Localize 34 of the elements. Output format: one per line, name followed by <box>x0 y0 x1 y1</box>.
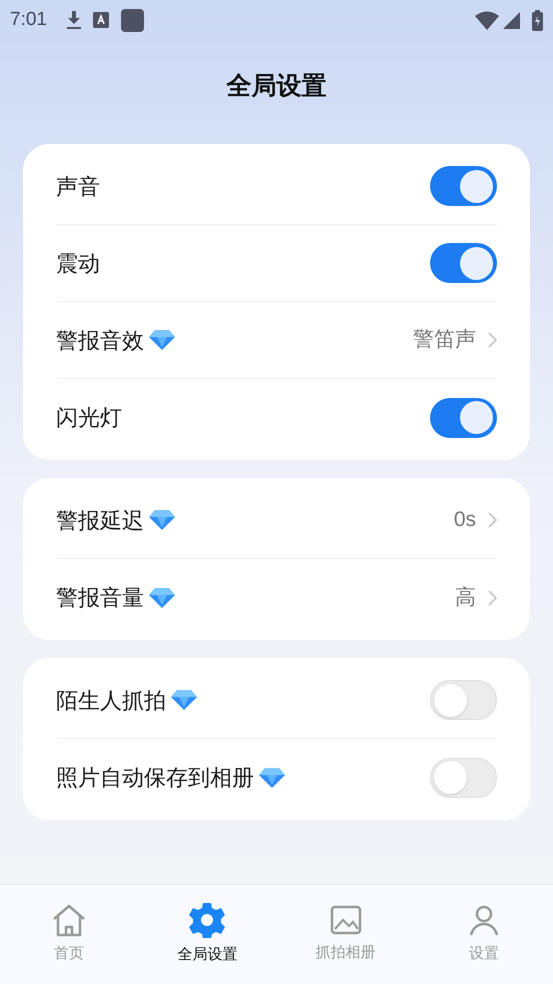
chevron-right-icon <box>488 512 497 528</box>
setting-label: 警报音效 <box>56 326 144 354</box>
toggle-switch[interactable] <box>430 243 497 283</box>
nav-tab[interactable]: 全局设置 <box>138 885 276 984</box>
setting-label: 闪光灯 <box>56 404 122 432</box>
battery-icon <box>532 10 543 30</box>
app-icon <box>120 8 144 32</box>
signal-icon <box>503 12 520 28</box>
wifi-icon <box>475 10 499 30</box>
home-icon <box>51 904 88 937</box>
download-icon <box>64 10 83 30</box>
chevron-right-icon <box>488 590 497 606</box>
nav-tab[interactable]: 首页 <box>0 885 138 984</box>
setting-value[interactable]: 高 <box>455 582 476 614</box>
nav-tab[interactable]: 设置 <box>414 885 553 984</box>
setting-label: 警报音量 <box>56 584 144 612</box>
chevron-right-icon <box>488 332 497 348</box>
status-time: 7:01 <box>10 8 47 32</box>
toggle-switch[interactable] <box>430 680 497 720</box>
setting-label: 陌生人抓拍 <box>56 686 166 714</box>
photo-icon <box>328 904 363 936</box>
nav-tab[interactable]: 抓拍相册 <box>276 885 415 984</box>
toggle-switch[interactable] <box>430 398 497 438</box>
toggle-switch[interactable] <box>430 166 497 206</box>
toggle-switch[interactable] <box>430 758 497 798</box>
setting-value[interactable]: 警笛声 <box>413 324 476 356</box>
setting-label: 警报延迟 <box>56 506 144 534</box>
settings-icon <box>189 902 226 938</box>
setting-label: 震动 <box>56 250 100 278</box>
setting-value[interactable]: 0s <box>454 504 476 536</box>
page-title: 全局设置 <box>226 71 326 102</box>
keyboard-icon <box>92 12 109 28</box>
setting-label: 照片自动保存到相册 <box>56 764 254 792</box>
setting-label: 声音 <box>56 172 100 200</box>
